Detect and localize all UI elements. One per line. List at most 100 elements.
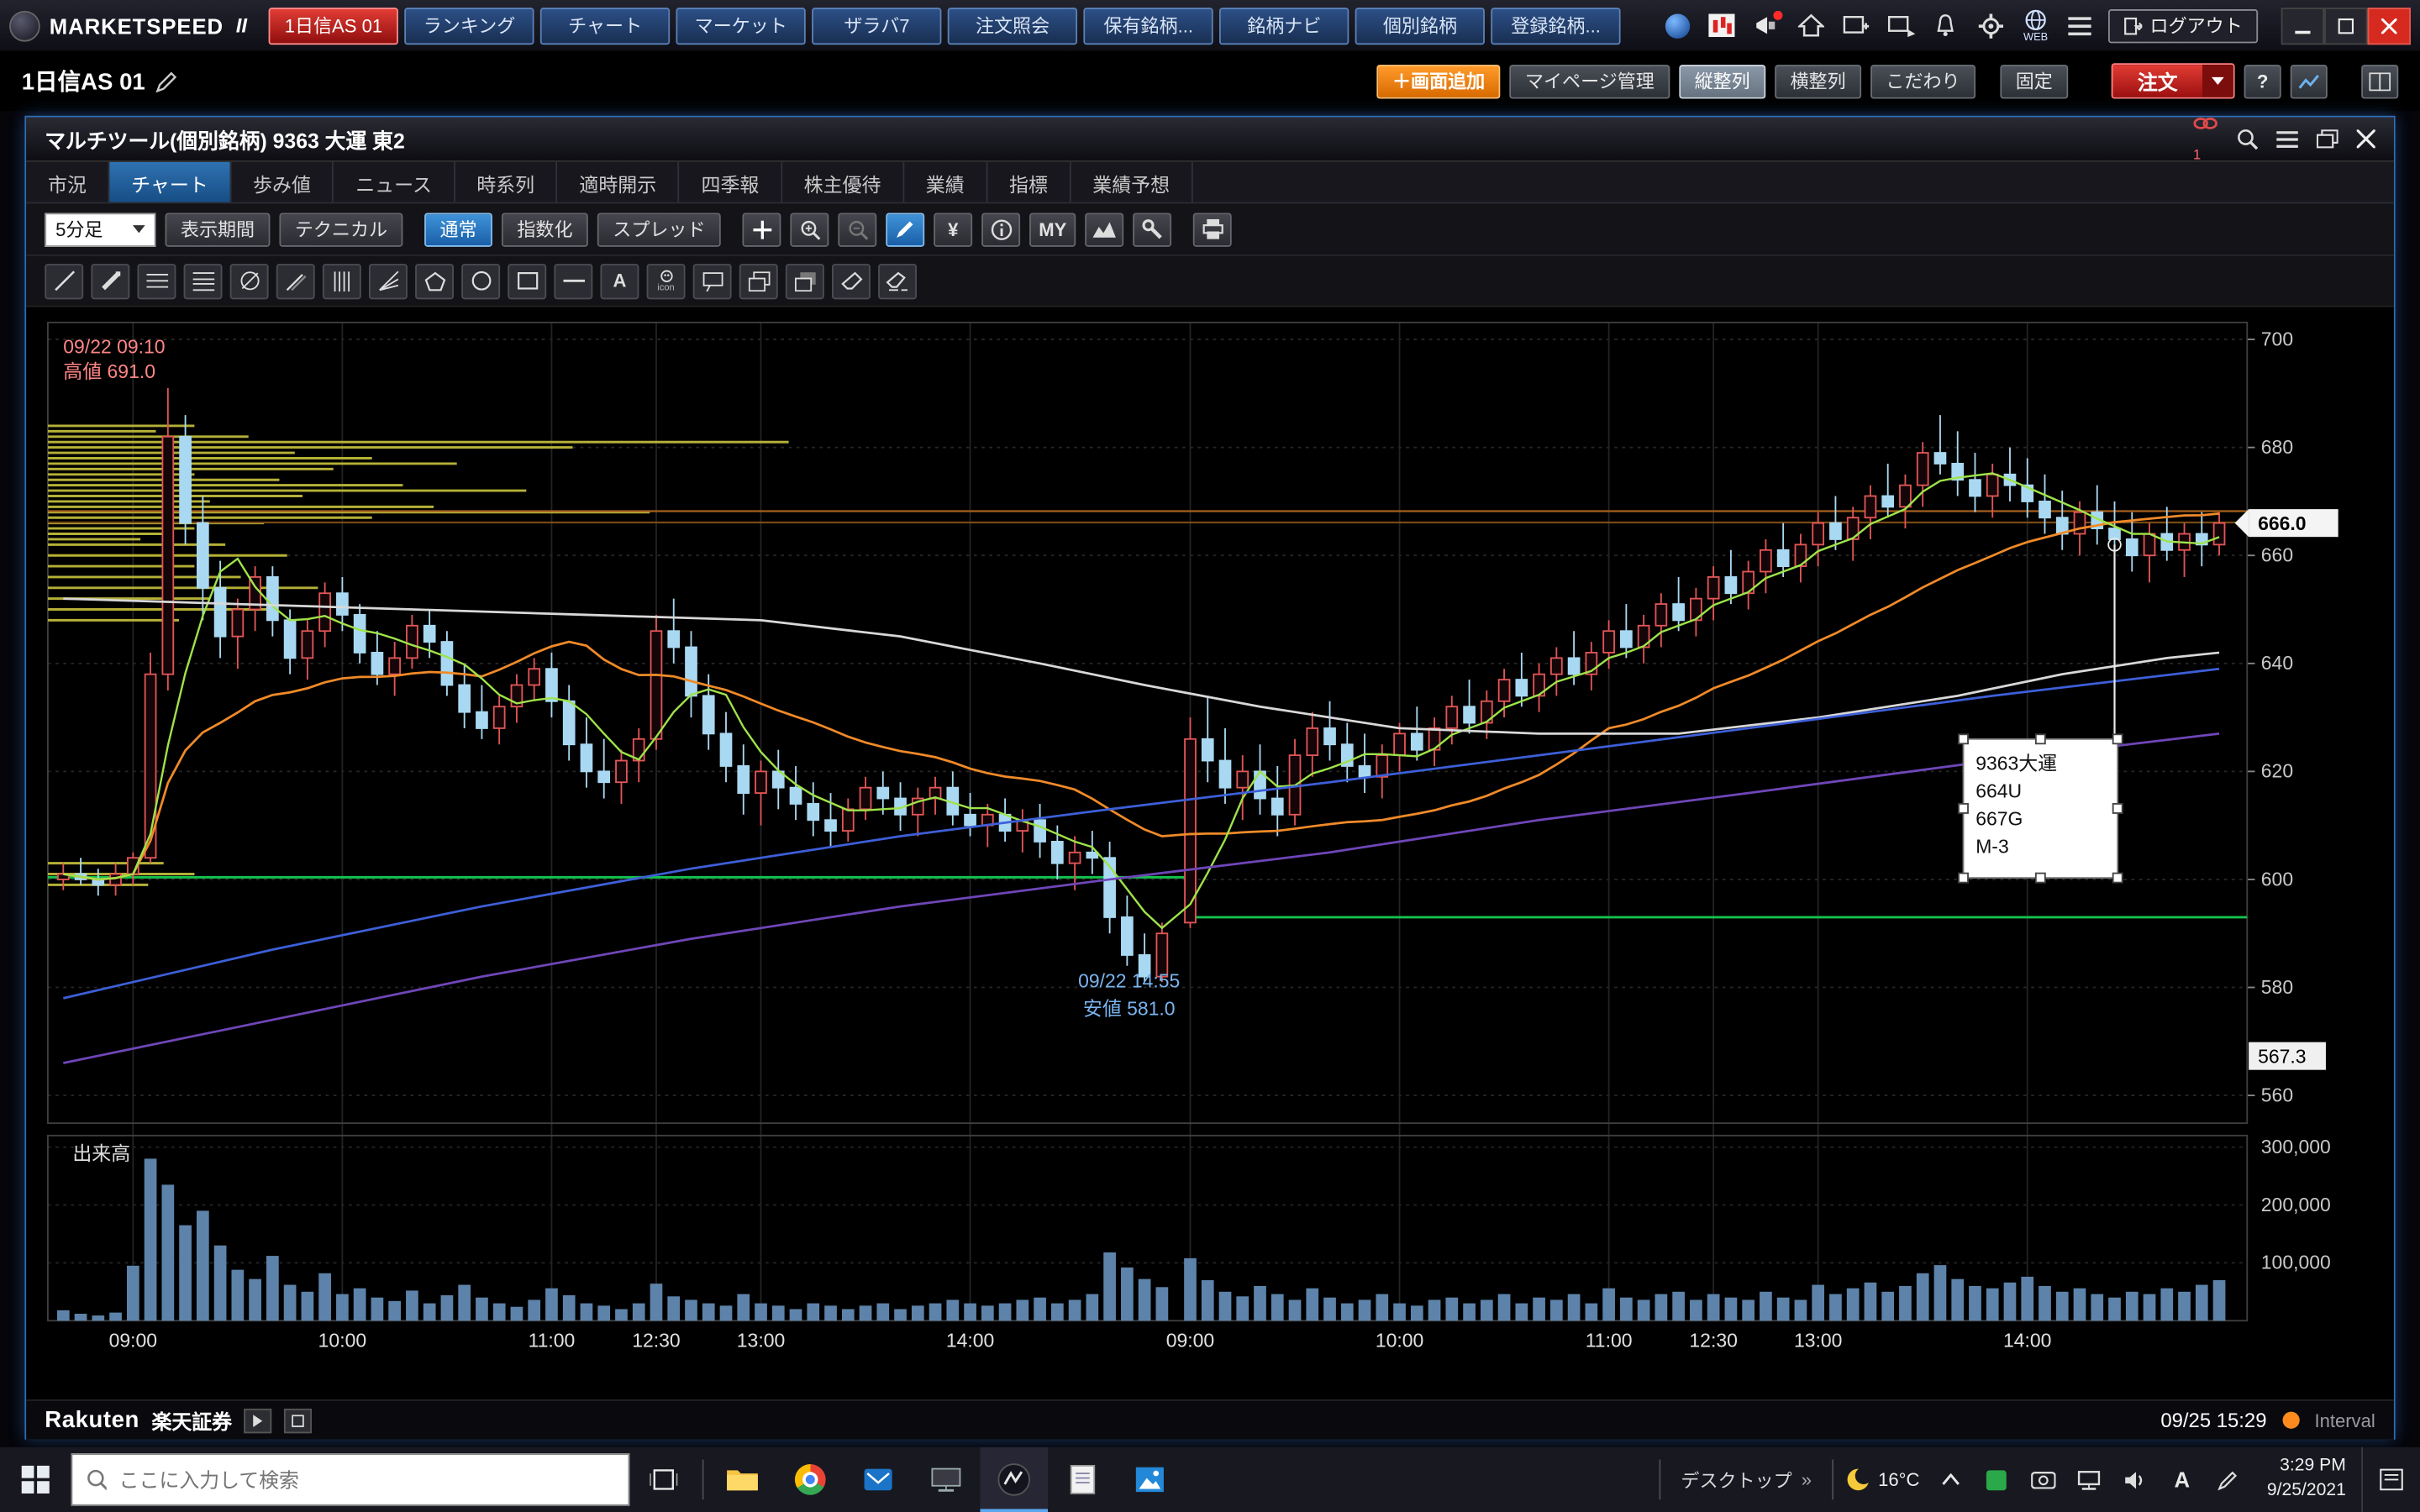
- announce-icon[interactable]: [1750, 8, 1784, 42]
- taskbar-photos-icon[interactable]: [1116, 1447, 1184, 1512]
- tab-news[interactable]: ニュース: [334, 162, 455, 202]
- link-icon[interactable]: 1: [2193, 115, 2217, 163]
- horizontal-align-button[interactable]: 横整列: [1775, 64, 1861, 97]
- footer-panel-button[interactable]: [285, 1408, 313, 1432]
- display-period-button[interactable]: 表示期間: [166, 213, 271, 246]
- pin-button[interactable]: 固定: [2000, 64, 2068, 97]
- layout-button[interactable]: [2361, 64, 2398, 97]
- eraser-tool-icon[interactable]: [832, 263, 871, 298]
- add-screen-button[interactable]: ＋画面追加: [1377, 64, 1501, 97]
- app-tab-registered[interactable]: 登録銘柄...: [1491, 7, 1620, 44]
- zoom-in-button[interactable]: [791, 213, 829, 246]
- search-icon[interactable]: [2236, 128, 2258, 150]
- taskbar-clock[interactable]: 3:29 PM 9/25/2021: [2251, 1456, 2361, 1504]
- task-view-button[interactable]: [629, 1447, 697, 1512]
- close-window-icon[interactable]: [2357, 129, 2375, 148]
- text-tool-button[interactable]: A: [600, 263, 639, 298]
- price-chart-canvas[interactable]: 560580600620640660680700100,000200,00030…: [26, 307, 2394, 1399]
- trendline-tool-icon[interactable]: [45, 263, 83, 298]
- fan-tool-icon[interactable]: [369, 263, 408, 298]
- start-button[interactable]: [0, 1447, 71, 1512]
- period-select[interactable]: 5分足: [45, 213, 155, 246]
- copy-tool-icon[interactable]: [739, 263, 778, 298]
- menu-icon[interactable]: [2064, 8, 2097, 42]
- hlines4-tool-icon[interactable]: [184, 263, 223, 298]
- yen-button[interactable]: ¥: [934, 213, 972, 246]
- help-button[interactable]: ?: [2244, 64, 2281, 97]
- mypage-manage-button[interactable]: マイページ管理: [1510, 64, 1670, 97]
- minimize-button[interactable]: [2281, 7, 2324, 44]
- chart-link-button[interactable]: [2291, 64, 2328, 97]
- window-menu-icon[interactable]: [2276, 130, 2298, 147]
- tab-shareholder-benefits[interactable]: 株主優待: [782, 162, 904, 202]
- multitool-title-bar[interactable]: マルチツール(個別銘柄) 9363 大運 東2 1: [26, 118, 2394, 162]
- app-tab-market[interactable]: マーケット: [676, 7, 806, 44]
- settings-gear-icon[interactable]: [1974, 8, 2007, 42]
- marker-tool-icon[interactable]: [91, 263, 129, 298]
- bell-icon[interactable]: [1929, 8, 1963, 42]
- ellipse-tool-icon[interactable]: [461, 263, 500, 298]
- edit-pencil-icon[interactable]: [156, 71, 178, 92]
- tray-pen-icon[interactable]: [2205, 1447, 2251, 1512]
- tab-shikiho[interactable]: 四季報: [680, 162, 782, 202]
- tab-ticks[interactable]: 歩み値: [231, 162, 334, 202]
- pentagon-tool-icon[interactable]: [415, 263, 454, 298]
- app-tab-chart[interactable]: チャート: [540, 7, 670, 44]
- callout-annotation[interactable]: 9363大運664U667GM-3: [1959, 538, 2123, 883]
- order-dropdown[interactable]: [2202, 65, 2233, 97]
- app-tab-stock-navi[interactable]: 銘柄ナビ: [1219, 7, 1349, 44]
- callout-tool-icon[interactable]: [693, 263, 732, 298]
- action-center-button[interactable]: [2361, 1447, 2420, 1512]
- tab-disclosures[interactable]: 適時開示: [558, 162, 680, 202]
- tray-green-app-icon[interactable]: [1974, 1447, 2020, 1512]
- my-settings-button[interactable]: MY: [1029, 213, 1076, 246]
- hline-tool-icon[interactable]: [554, 263, 592, 298]
- app-tab-holdings[interactable]: 保有銘柄...: [1084, 7, 1213, 44]
- vertical-align-button[interactable]: 縦整列: [1679, 64, 1765, 97]
- vlines-tool-icon[interactable]: [323, 263, 361, 298]
- mini-chart-icon[interactable]: [1706, 8, 1739, 42]
- hlines3-tool-icon[interactable]: [137, 263, 176, 298]
- home-icon[interactable]: [1795, 8, 1828, 42]
- tab-chart[interactable]: チャート: [109, 162, 231, 202]
- clear-all-tool-icon[interactable]: [878, 263, 917, 298]
- indexed-mode-button[interactable]: 指数化: [502, 213, 588, 246]
- cast-icon[interactable]: [1885, 8, 1918, 42]
- logout-button[interactable]: ログアウト: [2108, 8, 2258, 42]
- web-globe-icon[interactable]: WEB: [2018, 8, 2052, 42]
- add-window-icon[interactable]: [1839, 8, 1873, 42]
- desktop-toolbar[interactable]: デスクトップ »: [1665, 1447, 1827, 1512]
- area-chart-button[interactable]: [1085, 213, 1123, 246]
- interval-status-icon[interactable]: [2282, 1412, 2299, 1429]
- taskbar-chrome-icon[interactable]: [776, 1447, 844, 1512]
- tab-market-overview[interactable]: 市況: [26, 162, 109, 202]
- rectangle-tool-icon[interactable]: [508, 263, 546, 298]
- kodawari-button[interactable]: こだわり: [1870, 64, 1975, 97]
- taskbar-marketspeed-icon[interactable]: [980, 1447, 1048, 1512]
- spread-mode-button[interactable]: スプレッド: [597, 213, 721, 246]
- tray-camera-icon[interactable]: [2020, 1447, 2066, 1512]
- close-button[interactable]: [2368, 7, 2411, 44]
- crosshair-add-button[interactable]: [743, 213, 781, 246]
- app-tab-order-inquiry[interactable]: 注文照会: [948, 7, 1077, 44]
- info-button[interactable]: [981, 213, 1020, 246]
- app-tab-ichinichi-as[interactable]: 1日信AS 01: [269, 7, 398, 44]
- tab-earnings-forecast[interactable]: 業績予想: [1071, 162, 1193, 202]
- footer-play-button[interactable]: [245, 1408, 272, 1432]
- tray-ethernet-icon[interactable]: [2066, 1447, 2112, 1512]
- app-tab-zaraba7[interactable]: ザラバ7: [812, 7, 941, 44]
- restore-window-icon[interactable]: [2317, 129, 2338, 148]
- icon-stamp-tool[interactable]: icon: [647, 263, 686, 298]
- taskbar-notepad-icon[interactable]: [1048, 1447, 1116, 1512]
- taskbar-explorer-icon[interactable]: [708, 1447, 776, 1512]
- gann-tool-icon[interactable]: [230, 263, 269, 298]
- app-tab-individual[interactable]: 個別銘柄: [1355, 7, 1485, 44]
- print-button[interactable]: [1193, 213, 1232, 246]
- normal-mode-button[interactable]: 通常: [424, 213, 492, 246]
- technical-button[interactable]: テクニカル: [279, 213, 402, 246]
- maximize-button[interactable]: [2324, 7, 2367, 44]
- app-tab-ranking[interactable]: ランキング: [404, 7, 534, 44]
- channel-tool-icon[interactable]: [276, 263, 315, 298]
- search-input[interactable]: [119, 1468, 614, 1492]
- zoom-out-button[interactable]: [838, 213, 876, 246]
